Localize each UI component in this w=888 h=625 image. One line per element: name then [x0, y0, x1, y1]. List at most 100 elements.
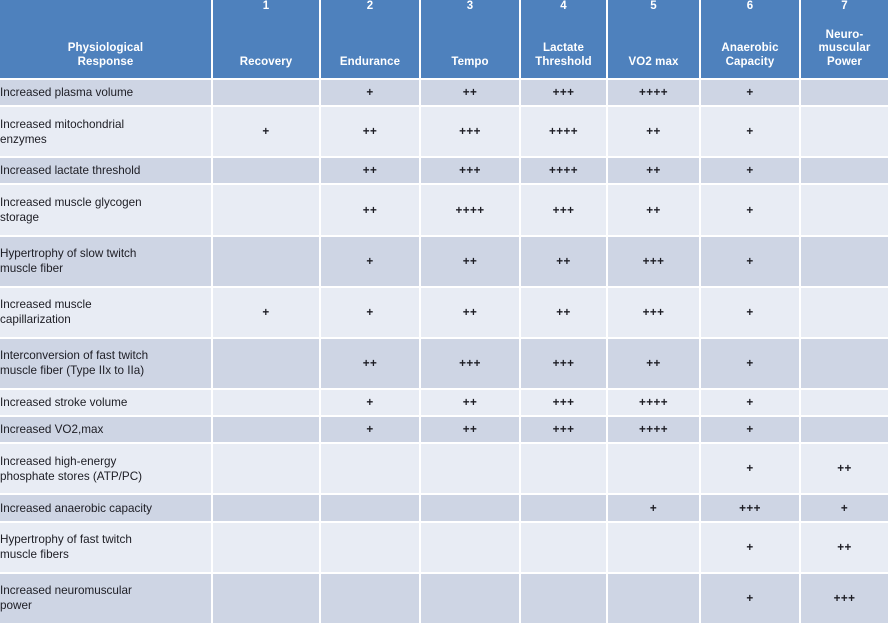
row-label-cell: Increased lactate threshold — [0, 157, 213, 186]
rating-cell: + — [320, 286, 421, 339]
rating-cell: + — [700, 157, 801, 186]
column-header-label-line: Physiological — [67, 42, 144, 54]
table-header: Physiological Response 1 Recovery 2 Endurance… — [0, 0, 888, 80]
column-header-label: Tempo — [424, 56, 516, 70]
row-label-cell: Interconversion of fast twitch muscle fib… — [0, 337, 213, 391]
rating-cell: + — [700, 416, 801, 445]
rating-cell: ++ — [320, 106, 421, 159]
row-label-cell: Hypertrophy of slow twitch muscle fiber — [0, 235, 213, 288]
rating-cell — [212, 521, 321, 574]
rating-cell — [520, 494, 608, 523]
row-label-cell: Increased high-energy phosphate stores (A… — [0, 443, 213, 496]
rating-cell: ++ — [607, 157, 701, 186]
column-header-label-line: Capacity — [725, 55, 775, 68]
rating-cell: +++ — [520, 337, 608, 391]
column-header-label-line: Threshold — [535, 55, 592, 68]
rating-cell: + — [800, 494, 888, 523]
column-header-anaerobic-capacity: 6 Anaerobic Capacity — [700, 0, 801, 80]
column-header-content: 4 Lactate Threshold — [524, 0, 603, 69]
row-label-line: Interconversion of fast twitch — [0, 349, 149, 363]
rating-cell: ++ — [520, 286, 608, 339]
rating-cell — [800, 106, 888, 159]
rating-cell: +++ — [607, 235, 701, 288]
row-label-line: Increased mitochondrial — [0, 117, 125, 131]
rating-cell: ++ — [607, 184, 701, 237]
rating-cell: + — [700, 235, 801, 288]
column-header-number: 5 — [650, 0, 657, 12]
table-row: Increased neuromuscular power + +++ — [0, 572, 888, 625]
row-label-cell: Increased VO2,max — [0, 416, 213, 445]
table-row: Increased high-energy phosphate stores (A… — [0, 443, 888, 496]
rating-cell — [800, 235, 888, 288]
row-label-line: Increased high-energy — [0, 454, 117, 468]
column-header-content: 5 VO2 max — [611, 0, 696, 69]
rating-cell: + — [700, 572, 801, 625]
rating-cell — [800, 184, 888, 237]
rating-cell: + — [700, 79, 801, 108]
rating-cell — [320, 443, 421, 496]
rating-cell: ++++ — [607, 416, 701, 445]
column-header-physiological-response: Physiological Response — [0, 0, 213, 80]
table-row: Increased VO2,max + ++ +++ ++++ + — [0, 416, 888, 445]
row-label-line: Increased anaerobic capacity — [0, 501, 153, 515]
column-header-tempo: 3 Tempo — [420, 0, 521, 80]
column-header-label-line: Tempo — [451, 55, 489, 68]
row-label-line: storage — [0, 211, 39, 225]
rating-cell — [212, 157, 321, 186]
rating-cell — [800, 416, 888, 445]
column-header-label-line: Response — [77, 55, 134, 68]
row-label-line: Increased neuromuscular — [0, 584, 132, 598]
rating-cell: ++ — [520, 235, 608, 288]
column-header-recovery: 1 Recovery — [212, 0, 321, 80]
rating-cell: + — [320, 389, 421, 418]
row-label-line: Hypertrophy of fast twitch — [0, 533, 132, 547]
rating-cell — [212, 416, 321, 445]
rating-cell: + — [700, 286, 801, 339]
row-label-cell: Increased muscle glycogen storage — [0, 184, 213, 237]
rating-cell — [320, 521, 421, 574]
table-row: Increased lactate threshold ++ +++ ++++ ++ + — [0, 157, 888, 186]
rating-cell: + — [212, 286, 321, 339]
column-header-number: 7 — [841, 0, 848, 12]
column-header-content: 1 Recovery — [216, 0, 316, 69]
rating-cell: ++ — [320, 184, 421, 237]
rating-cell — [320, 494, 421, 523]
rating-cell — [800, 286, 888, 339]
column-header-label-line: muscular — [818, 42, 871, 54]
column-header-number: 3 — [466, 0, 474, 12]
row-label-line: enzymes — [0, 132, 47, 146]
rating-cell — [420, 443, 521, 496]
row-label-cell: Increased stroke volume — [0, 389, 213, 418]
column-header-content: 2 Endurance — [324, 0, 416, 69]
physiological-response-table: Physiological Response 1 Recovery 2 Endurance… — [0, 0, 888, 625]
rating-cell: ++ — [420, 389, 521, 418]
row-label-cell: Increased neuromuscular power — [0, 572, 213, 625]
rating-cell: +++ — [420, 337, 521, 391]
rating-cell — [212, 337, 321, 391]
rating-cell — [520, 521, 608, 574]
column-header-label: Lactate Threshold — [524, 42, 603, 69]
column-header-number: 2 — [366, 0, 374, 12]
rating-cell: + — [700, 443, 801, 496]
rating-cell — [212, 389, 321, 418]
rating-cell — [800, 389, 888, 418]
rating-cell: ++++ — [520, 157, 608, 186]
rating-cell — [212, 443, 321, 496]
column-header-number: 1 — [262, 0, 270, 12]
column-header-label: Recovery — [216, 56, 316, 70]
rating-cell — [212, 79, 321, 108]
rating-cell: +++ — [520, 416, 608, 445]
column-header-content: 6 Anaerobic Capacity — [704, 0, 796, 69]
rating-cell — [320, 572, 421, 625]
row-label-cell: Increased plasma volume — [0, 79, 213, 108]
rating-cell — [212, 235, 321, 288]
table-row: Increased muscle capillarization + + ++ ++ +++… — [0, 286, 888, 339]
table-body: Increased plasma volume + ++ +++ ++++ + Increa… — [0, 79, 888, 625]
rating-cell — [607, 443, 701, 496]
rating-cell: ++ — [420, 416, 521, 445]
row-label-line: power — [0, 599, 32, 613]
rating-cell: + — [320, 416, 421, 445]
rating-cell — [800, 157, 888, 186]
column-header-label-line: Power — [826, 55, 862, 68]
column-header-label-line: Lactate — [543, 42, 584, 54]
